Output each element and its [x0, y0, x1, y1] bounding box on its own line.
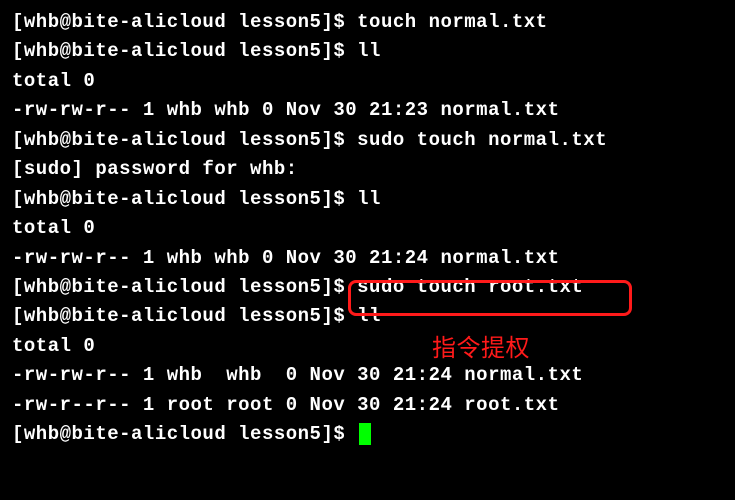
terminal-line: -rw-r--r-- 1 root root 0 Nov 30 21:24 ro… [12, 391, 723, 420]
prompt-text: [whb@bite-alicloud lesson5]$ [12, 423, 357, 445]
terminal-line: [whb@bite-alicloud lesson5]$ touch norma… [12, 8, 723, 37]
terminal-line: [whb@bite-alicloud lesson5]$ ll [12, 37, 723, 66]
terminal-line: total 0 [12, 214, 723, 243]
terminal-line: [sudo] password for whb: [12, 155, 723, 184]
terminal-line: [whb@bite-alicloud lesson5]$ sudo touch … [12, 273, 723, 302]
terminal-line: [whb@bite-alicloud lesson5]$ ll [12, 302, 723, 331]
terminal-line: -rw-rw-r-- 1 whb whb 0 Nov 30 21:23 norm… [12, 96, 723, 125]
terminal-line: [whb@bite-alicloud lesson5]$ ll [12, 185, 723, 214]
terminal-line: -rw-rw-r-- 1 whb whb 0 Nov 30 21:24 norm… [12, 361, 723, 390]
annotation-label: 指令提权 [432, 330, 530, 367]
terminal-line: total 0 [12, 332, 723, 361]
terminal-line: [whb@bite-alicloud lesson5]$ sudo touch … [12, 126, 723, 155]
terminal-line: total 0 [12, 67, 723, 96]
cursor-icon [359, 423, 371, 445]
terminal-line: -rw-rw-r-- 1 whb whb 0 Nov 30 21:24 norm… [12, 244, 723, 273]
terminal-prompt-active[interactable]: [whb@bite-alicloud lesson5]$ [12, 420, 723, 449]
